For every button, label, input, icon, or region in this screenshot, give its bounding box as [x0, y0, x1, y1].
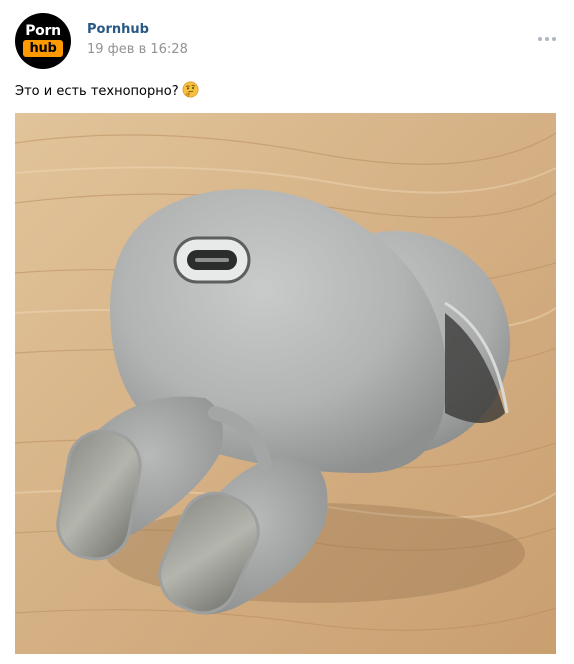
post-header: Porn hub Pornhub 19 фев в 16:28	[15, 13, 560, 69]
avatar-logo-top: Porn	[25, 23, 61, 39]
post-text-body: Это и есть технопорно?	[15, 84, 179, 99]
post-photo[interactable]	[15, 113, 556, 654]
more-dot	[538, 37, 542, 41]
author-name-link[interactable]: Pornhub	[87, 22, 149, 37]
more-options-icon[interactable]	[538, 37, 556, 43]
post-text: Это и есть технопорно?	[15, 81, 199, 101]
more-dot	[552, 37, 556, 41]
more-dot	[545, 37, 549, 41]
wall-post: Porn hub Pornhub 19 фев в 16:28 Это и ес…	[0, 0, 574, 664]
avatar[interactable]: Porn hub	[15, 13, 71, 69]
thinking-face-emoji-icon	[182, 81, 199, 98]
earbuds-photo-image	[15, 113, 556, 654]
avatar-logo-bottom: hub	[23, 40, 63, 57]
post-date-link[interactable]: 19 фев в 16:28	[87, 42, 188, 57]
